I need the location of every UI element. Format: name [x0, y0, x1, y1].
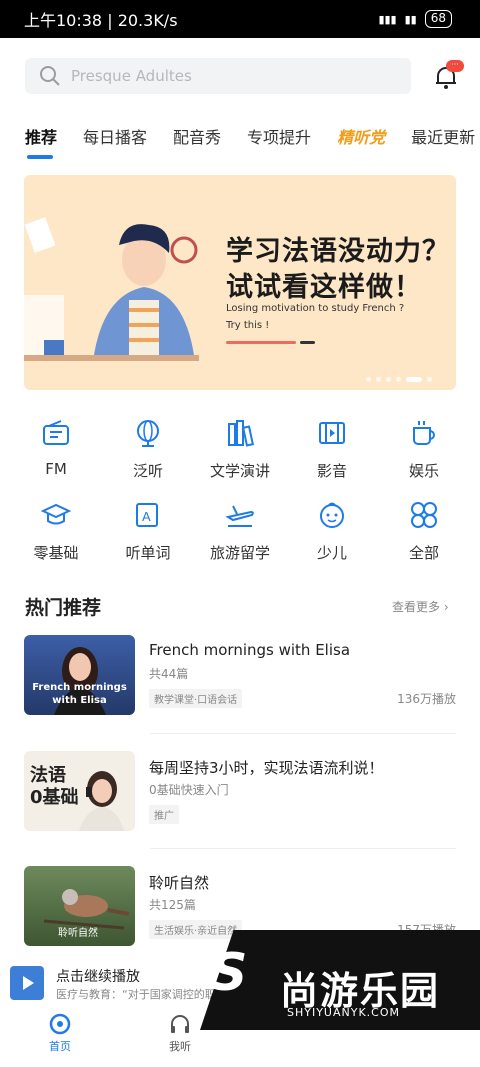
banner-accent-bar-dark [300, 341, 315, 344]
category-kids[interactable]: 少儿 [284, 500, 380, 563]
tab-recommend[interactable]: 推荐 [25, 124, 57, 148]
item-thumbnail: 聆听自然 [24, 866, 135, 946]
item-subtitle: 共125篇 [149, 898, 196, 912]
category-entertainment[interactable]: 娱乐 [376, 418, 472, 481]
banner-headline-1: 学习法语没动力？ [226, 236, 450, 267]
mini-player-cover [10, 966, 44, 1000]
list-item[interactable]: French mornings with Elisa French mornin… [24, 635, 456, 715]
category-travel[interactable]: 旅游留学 [192, 500, 288, 563]
battery-icon: 68 [424, 10, 452, 28]
status-time-speed: 上午10:38 | 20.3K/s [24, 11, 178, 30]
category-literature[interactable]: 文学演讲 [192, 418, 288, 481]
item-thumbnail: French mornings with Elisa [24, 635, 135, 715]
see-more-label: 查看更多 [392, 600, 441, 614]
item-title: 聆听自然 [149, 874, 210, 892]
item-tag: 推广 [149, 805, 179, 824]
search-icon [40, 66, 60, 86]
category-label: 旅游留学 [209, 544, 270, 562]
banner-illustration [24, 217, 199, 361]
item-title: 每周坚持3小时，实现法语流利说！ [149, 759, 384, 777]
tab-recent[interactable]: 最近更新 [411, 124, 475, 148]
search-placeholder: Presque Adultes [71, 67, 192, 85]
child-face-icon [320, 502, 344, 528]
category-fm[interactable]: FM [8, 418, 104, 478]
banner-pager-dots [366, 377, 432, 382]
item-subtitle: 共44篇 [149, 667, 189, 681]
word-card-icon: A [136, 503, 158, 527]
status-icons: ▮▮▮ ▮▮ 68 [378, 10, 452, 28]
item-thumbnail: 法语 0基础 [24, 751, 135, 831]
mini-player-title: 点击继续播放 [56, 969, 140, 985]
category-label: 文学演讲 [209, 462, 270, 480]
search-box[interactable]: Presque Adultes [25, 58, 411, 94]
app-body: Presque Adultes ··· 推荐 每日播客 配音秀 专项提升 精听党… [0, 38, 480, 1067]
category-label: 听单词 [125, 544, 171, 562]
item-tag: 生活娱乐·亲近自然 [149, 920, 243, 939]
promo-banner[interactable]: 学习法语没动力？ 试试看这样做！ Losing motivation to st… [24, 175, 456, 390]
nav-my-listening-label: 我听 [169, 1040, 191, 1053]
category-film[interactable]: 影音 [284, 418, 380, 481]
svg-text:A: A [142, 509, 151, 524]
item-tag: 教学课堂·口语会话 [149, 689, 243, 708]
status-time: 上午10:38 [24, 11, 103, 30]
airplane-icon [225, 505, 254, 527]
category-label: 少儿 [316, 544, 347, 562]
globe-icon [137, 420, 159, 447]
category-label: 全部 [408, 544, 439, 562]
headphones-icon [171, 1015, 189, 1033]
nav-home[interactable]: 首页 [30, 1013, 90, 1054]
cup-icon [413, 421, 435, 445]
thumb-caption: 法语 0基础 [30, 765, 79, 808]
signal2-icon: ▮▮ [404, 12, 417, 26]
see-more-link[interactable]: 查看更多 › [392, 598, 449, 615]
grid-icon [411, 502, 437, 528]
banner-subtitle-2: Try this ! [226, 320, 270, 331]
list-item[interactable]: 法语 0基础 每周坚持3小时，实现法语流利说！ 0基础快速入门 推广 [24, 751, 456, 831]
books-icon [228, 420, 254, 447]
tab-dubbing[interactable]: 配音秀 [173, 124, 221, 148]
status-bar: 上午10:38 | 20.3K/s ▮▮▮ ▮▮ 68 [0, 0, 480, 38]
category-extensive-listening[interactable]: 泛听 [100, 418, 196, 481]
chevron-right-icon: › [443, 600, 449, 614]
banner-subtitle-1: Losing motivation to study French ? [226, 303, 405, 314]
category-all[interactable]: 全部 [376, 500, 472, 563]
net-speed: 20.3K/s [117, 11, 178, 30]
category-label: 影音 [316, 462, 347, 480]
film-icon [319, 422, 345, 444]
banner-accent-bar [226, 341, 296, 344]
tab-special[interactable]: 专项提升 [247, 124, 311, 148]
item-title: French mornings with Elisa [149, 641, 351, 659]
graduation-cap-icon [41, 503, 71, 525]
category-label: FM [45, 460, 67, 478]
tab-intensive-listening[interactable]: 精听党 [337, 124, 385, 148]
category-label: 娱乐 [408, 462, 439, 480]
signal-icon: ▮▮▮ [378, 12, 397, 26]
tab-daily-podcast[interactable]: 每日播客 [83, 124, 147, 148]
play-icon [23, 976, 34, 990]
active-tab-indicator [27, 155, 53, 159]
divider [150, 848, 456, 849]
thumb-caption: 聆听自然 [58, 928, 98, 939]
radio-icon [43, 420, 69, 445]
watermark-url: SHYIYUANYK.COM [287, 1006, 400, 1019]
item-subtitle: 0基础快速入门 [149, 783, 229, 797]
nav-home-label: 首页 [49, 1040, 71, 1053]
category-words[interactable]: A 听单词 [100, 500, 196, 563]
category-label: 零基础 [33, 544, 79, 562]
category-beginner[interactable]: 零基础 [8, 500, 104, 563]
banner-headline-2: 试试看这样做！ [226, 272, 422, 303]
tab-bar: 推荐 每日播客 配音秀 专项提升 精听党 最近更新 [25, 124, 480, 148]
home-icon [49, 1013, 71, 1035]
item-play-count: 136万播放 [397, 692, 456, 706]
divider [150, 733, 456, 734]
notification-badge: ··· [446, 60, 464, 72]
thumb-caption: French mornings with Elisa [32, 682, 127, 706]
watermark-logo-letter: S [210, 943, 248, 1003]
nav-my-listening[interactable]: 我听 [150, 1013, 210, 1054]
section-title-hot: 热门推荐 [25, 597, 102, 619]
category-label: 泛听 [132, 462, 163, 480]
